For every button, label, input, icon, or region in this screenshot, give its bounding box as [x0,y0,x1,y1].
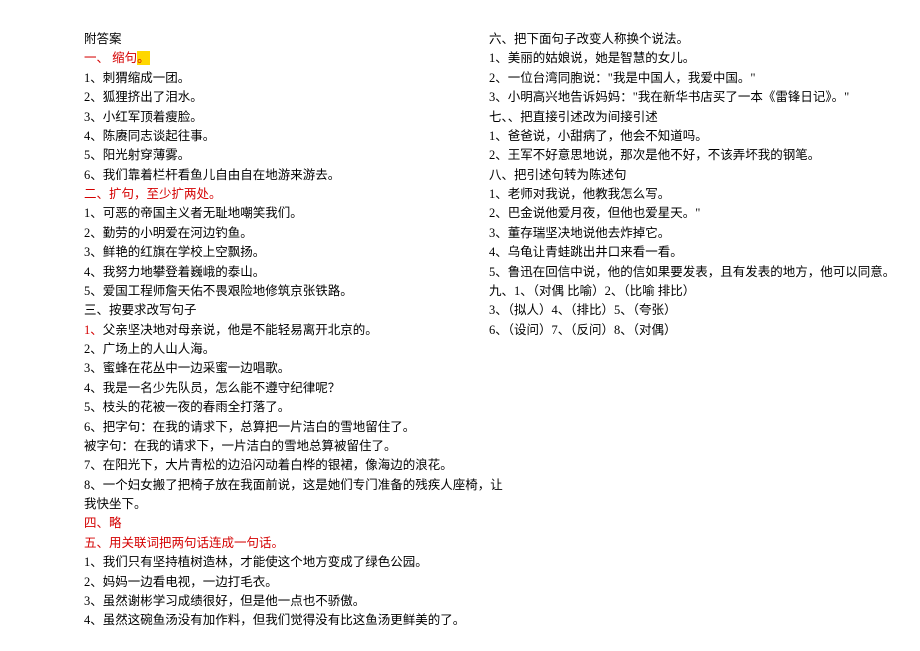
item-line: 我快坐下。 [84,495,445,514]
item-line: 1、美丽的姑娘说，她是智慧的女儿。 [489,49,850,68]
item-line: 4、我是一名少先队员，怎么能不遵守纪律呢？ [84,379,445,398]
item-line: 8、一个妇女搬了把椅子放在我面前说，这是她们专门准备的残疾人座椅，让 [84,476,445,495]
item-line: 2、妈妈一边看电视，一边打毛衣。 [84,573,445,592]
item-line: 3、董存瑞坚决地说他去炸掉它。 [489,224,850,243]
item-line: 1、爸爸说，小甜病了，他会不知道吗。 [489,127,850,146]
item-line: 4、我努力地攀登着巍峨的泰山。 [84,263,445,282]
item-line: 4、虽然这碗鱼汤没有加作料，但我们觉得没有比这鱼汤更鲜美的了。 [84,611,445,630]
section-heading: 四、略 [84,514,445,533]
item-line: 1、可恶的帝国主义者无耻地嘲笑我们。 [84,204,445,223]
item-line: 九、1、（对偶 比喻）2、（比喻 排比） [489,282,850,301]
item-line: 5、爱国工程师詹天佑不畏艰险地修筑京张铁路。 [84,282,445,301]
item-line: 2、巴金说他爱月夜，但他也爱星天。" [489,204,850,223]
section-heading: 七、、把直接引述改为间接引述 [489,108,850,127]
document-page: 附答案 一、 缩句。1、刺猬缩成一团。2、狐狸挤出了泪水。3、小红军顶着瘦脸。4… [0,0,920,640]
title: 附答案 [84,30,445,49]
section-heading: 二、扩句，至少扩两处。 [84,185,445,204]
item-line: 3、虽然谢彬学习成绩很好，但是他一点也不骄傲。 [84,592,445,611]
item-line: 4、乌龟让青蛙跳出井口来看一看。 [489,243,850,262]
item-line: 1、父亲坚决地对母亲说，他是不能轻易离开北京的。 [84,321,445,340]
content: 一、 缩句。1、刺猬缩成一团。2、狐狸挤出了泪水。3、小红军顶着瘦脸。4、陈赓同… [84,30,850,640]
item-line: 3、小红军顶着瘦脸。 [84,108,445,127]
item-line: 2、勤劳的小明爱在河边钓鱼。 [84,224,445,243]
item-line: 5、阳光射穿薄雾。 [84,146,445,165]
item-line: 6、（设问）7、（反问）8、（对偶） [489,321,850,340]
item-line: 3、小明高兴地告诉妈妈："我在新华书店买了一本《雷锋日记》。" [489,88,850,107]
section-heading: 一、 缩句。 [84,49,445,68]
item-line: 6、把字句：在我的请求下，总算把一片洁白的雪地留住了。 [84,418,445,437]
section-heading: 八、把引述句转为陈述句 [489,166,850,185]
item-line: 2、一位台湾同胞说："我是中国人，我爱中国。" [489,69,850,88]
item-line: 3、鲜艳的红旗在学校上空飘扬。 [84,243,445,262]
section-heading: 三、按要求改写句子 [84,301,445,320]
item-line: 1、老师对我说，他教我怎么写。 [489,185,850,204]
section-heading: 六、把下面句子改变人称换个说法。 [489,30,850,49]
item-line: 3、（拟人）4、（排比）5、（夸张） [489,301,850,320]
item-line: 1、我们只有坚持植树造林，才能使这个地方变成了绿色公园。 [84,553,445,572]
item-line: 5、鲁迅在回信中说，他的信如果要发表，且有发表的地方，他可以同意。 [489,263,850,282]
section-heading: 五、用关联词把两句话连成一句话。 [84,534,445,553]
item-line: 7、在阳光下，大片青松的边沿闪动着白桦的银裙，像海边的浪花。 [84,456,445,475]
item-line: 6、我们靠着栏杆看鱼儿自由自在地游来游去。 [84,166,445,185]
item-line: 被字句：在我的请求下，一片洁白的雪地总算被留住了。 [84,437,445,456]
item-line: 3、蜜蜂在花丛中一边采蜜一边唱歌。 [84,359,445,378]
item-line: 2、广场上的人山人海。 [84,340,445,359]
item-line: 5、枝头的花被一夜的春雨全打落了。 [84,398,445,417]
item-line: 4、陈赓同志谈起往事。 [84,127,445,146]
item-line: 1、刺猬缩成一团。 [84,69,445,88]
item-line: 2、王军不好意思地说，那次是他不好，不该弄坏我的钢笔。 [489,146,850,165]
item-line: 2、狐狸挤出了泪水。 [84,88,445,107]
